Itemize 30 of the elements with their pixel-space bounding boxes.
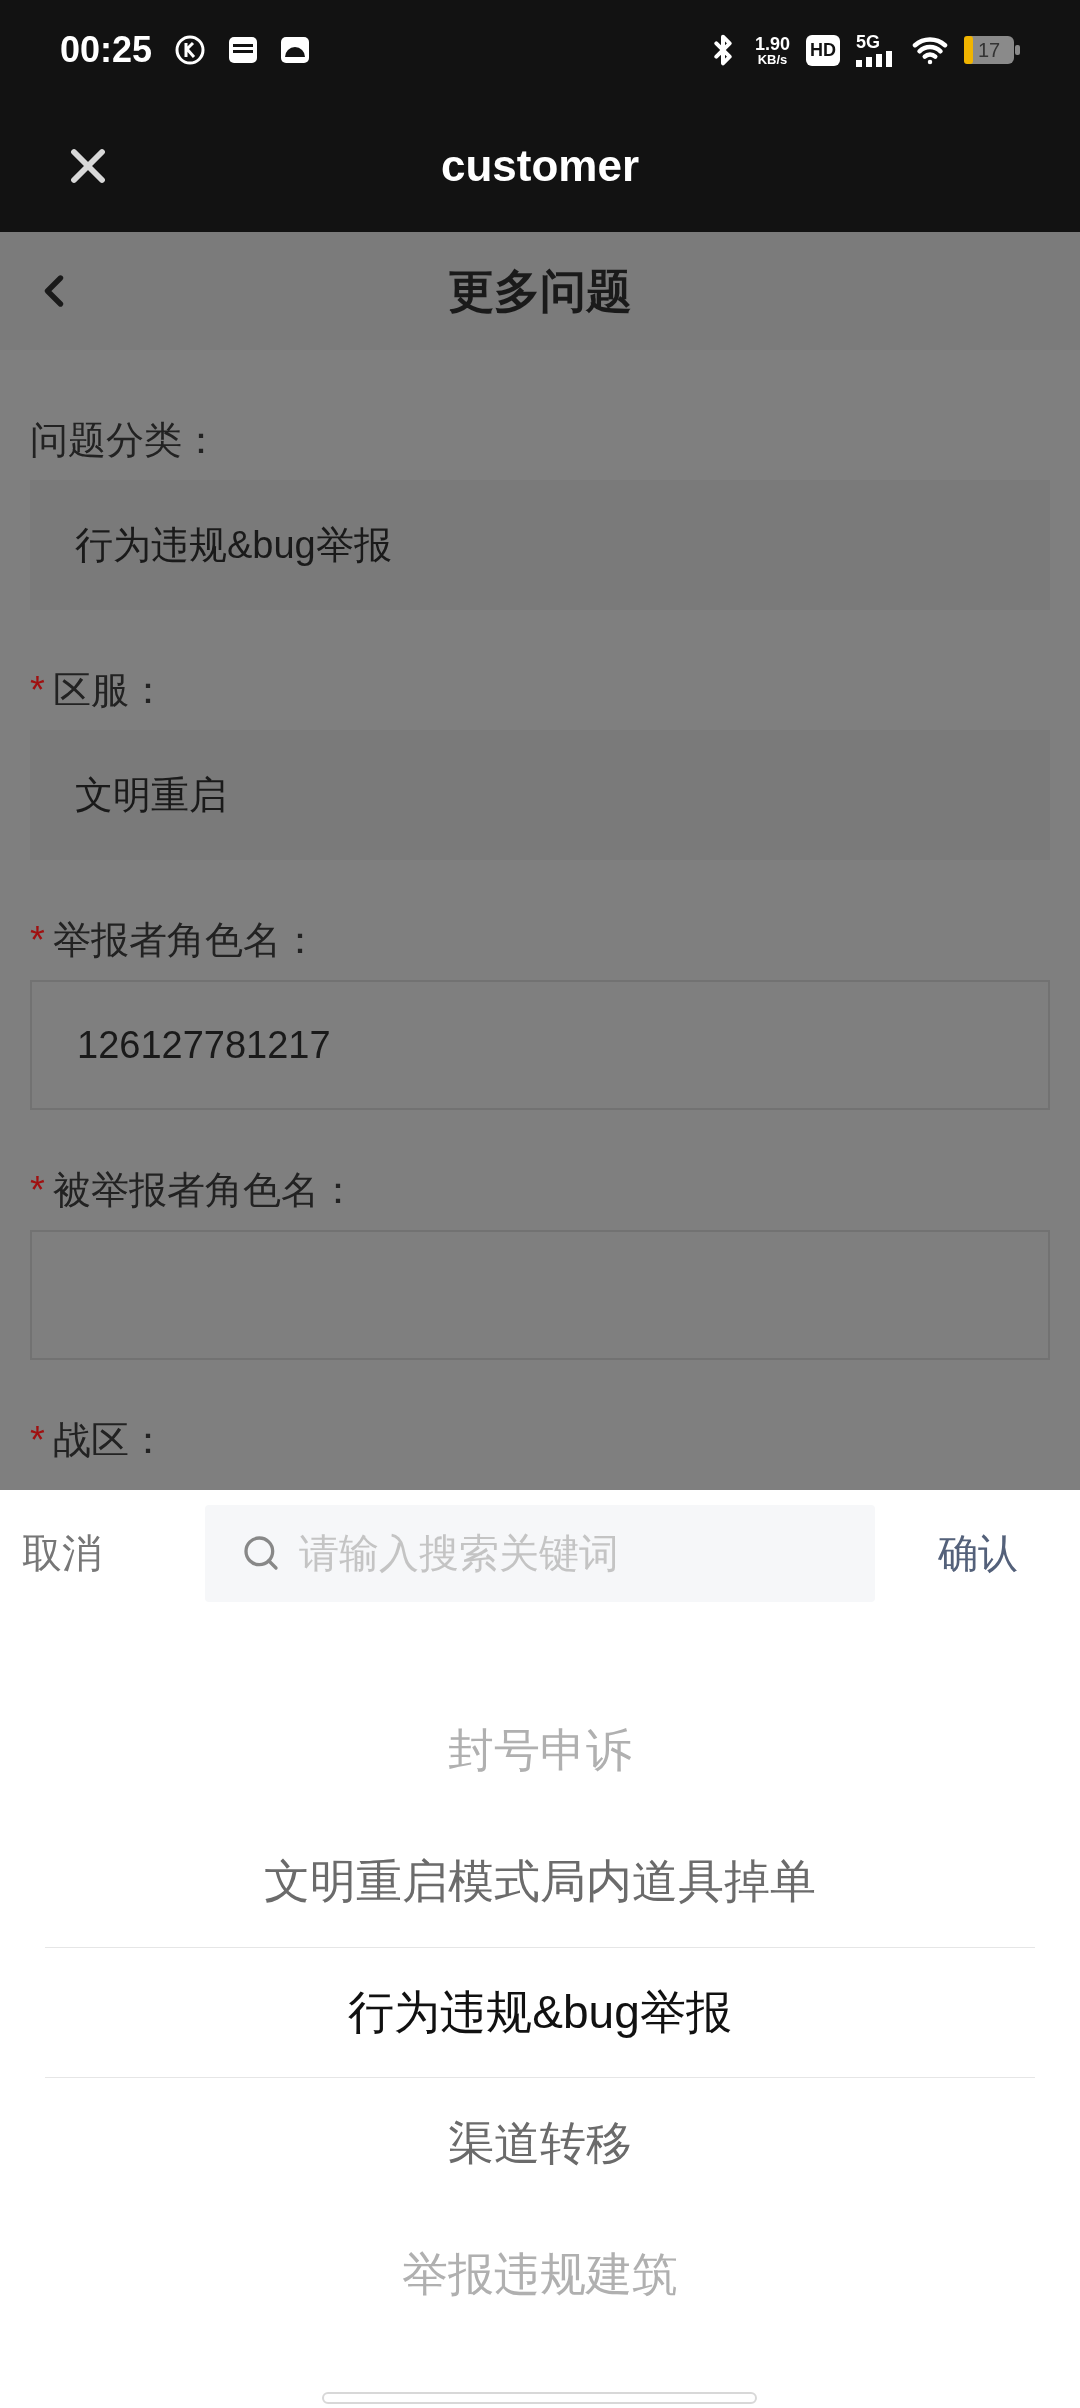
picker-option[interactable]: 渠道转移 — [45, 2078, 1035, 2209]
required-mark: * — [30, 917, 45, 963]
card-icon — [228, 35, 259, 65]
battery-level: 17 — [978, 38, 1001, 62]
hd-badge: HD — [806, 34, 840, 66]
required-mark: * — [30, 1417, 45, 1463]
status-time: 00:25 — [60, 28, 153, 72]
app-title: customer — [440, 140, 640, 192]
page-title: 更多问题 — [448, 263, 632, 319]
required-mark: * — [30, 1167, 45, 1213]
network-type: 5G — [856, 33, 881, 51]
picker-option[interactable]: 文明重启模式局内道具掉单 — [45, 1816, 1035, 1947]
field-label: 被举报者角色名： — [52, 1167, 357, 1213]
field-label: 区服： — [52, 667, 167, 713]
battery-icon — [964, 36, 1020, 64]
select-field[interactable]: 行为违规&bug举报 — [30, 480, 1050, 610]
field-label: 战区： — [52, 1417, 167, 1463]
speed-unit: KB/s — [757, 52, 788, 66]
search-icon — [241, 1533, 281, 1573]
confirm-button[interactable]: 确认 — [875, 1505, 1080, 1600]
k-badge-icon — [174, 34, 207, 66]
cancel-button[interactable]: 取消 — [0, 1505, 205, 1600]
select-field[interactable]: 文明重启 — [30, 730, 1050, 860]
field-label: 问题分类： — [30, 417, 220, 463]
required-mark: * — [30, 667, 45, 713]
picker-option[interactable]: 行为违规&bug举报 — [45, 1947, 1035, 2078]
network-speed: 1.90 — [754, 34, 790, 53]
field-label: 举报者角色名： — [52, 917, 319, 963]
input-field[interactable]: 126127781217 — [30, 980, 1050, 1110]
app-icon — [280, 35, 311, 65]
